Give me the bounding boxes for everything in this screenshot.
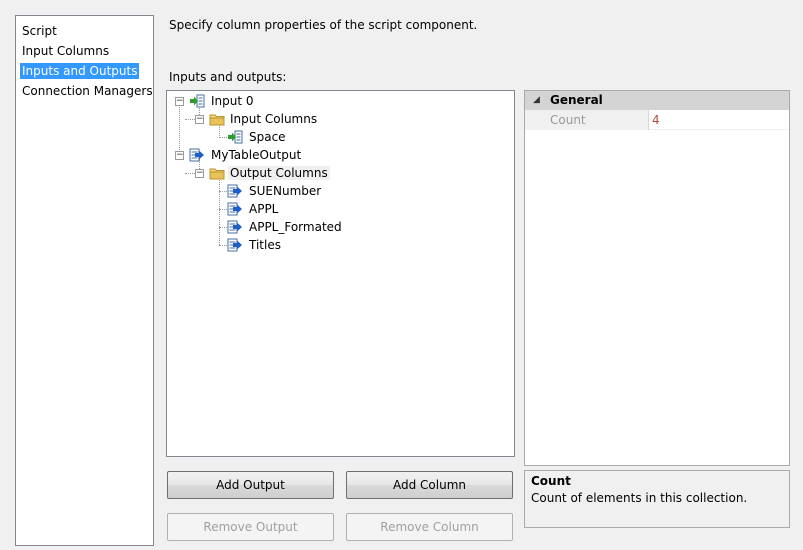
tree-connector — [219, 177, 220, 245]
tree-connector — [219, 227, 227, 228]
tree-node-mytableoutput[interactable]: MyTableOutput — [209, 146, 303, 164]
nav-item-label: Script — [22, 24, 57, 38]
input-icon — [190, 94, 205, 108]
tree-node-label: SUENumber — [249, 184, 322, 198]
tree-node-input-0[interactable]: Input 0 — [209, 92, 256, 110]
nav-item-connection-managers[interactable]: Connection Managers — [17, 81, 153, 101]
tree-node-appl-formated[interactable]: APPL_Formated — [247, 218, 344, 236]
output-column-icon — [227, 238, 242, 252]
property-grid: ◢ General Count 4 — [524, 90, 790, 466]
nav-item-input-columns[interactable]: Input Columns — [17, 41, 153, 61]
tree-connector — [185, 119, 195, 120]
nav-item-label: Inputs and Outputs — [20, 63, 140, 79]
folder-icon — [209, 168, 225, 180]
tree-connector — [185, 173, 195, 174]
tree-node-suenumber[interactable]: SUENumber — [247, 182, 323, 200]
tree-node-appl[interactable]: APPL — [247, 200, 280, 218]
help-title: Count — [531, 474, 571, 488]
add-output-button[interactable]: Add Output — [167, 471, 334, 499]
nav-item-inputs-and-outputs[interactable]: Inputs and Outputs — [17, 61, 153, 81]
folder-icon — [209, 114, 225, 126]
tree-node-space[interactable]: Space — [247, 128, 288, 146]
tree-node-input-columns[interactable]: Input Columns — [228, 110, 319, 128]
tree-node-label: Input 0 — [211, 94, 254, 108]
page-description: Specify column properties of the script … — [169, 18, 478, 32]
output-icon — [189, 148, 204, 162]
remove-output-button[interactable]: Remove Output — [167, 513, 334, 541]
property-row-count[interactable]: Count 4 — [525, 110, 789, 130]
tree-connector — [219, 191, 227, 192]
property-category-label: General — [550, 93, 603, 107]
tree-node-label: Input Columns — [230, 112, 318, 126]
property-name: Count — [525, 110, 649, 130]
tree-node-label: APPL_Formated — [249, 220, 342, 234]
remove-column-button[interactable]: Remove Column — [346, 513, 513, 541]
property-help-panel: Count Count of elements in this collecti… — [524, 470, 790, 528]
collapse-icon[interactable]: − — [175, 151, 184, 160]
page-navigation-list: Script Input Columns Inputs and Outputs … — [15, 15, 154, 546]
property-category-general[interactable]: ◢ General — [525, 91, 789, 110]
output-column-icon — [227, 184, 242, 198]
nav-item-label: Input Columns — [22, 44, 110, 58]
tree-connector — [219, 245, 227, 246]
collapse-icon[interactable]: − — [195, 115, 204, 124]
nav-item-label: Connection Managers — [22, 84, 153, 98]
tree-node-label: APPL — [249, 202, 279, 216]
output-column-icon — [227, 202, 242, 216]
collapse-icon[interactable]: − — [195, 169, 204, 178]
nav-item-script[interactable]: Script — [17, 21, 153, 41]
tree-connector — [219, 209, 227, 210]
tree-node-label: Space — [249, 130, 286, 144]
collapse-icon[interactable]: − — [175, 97, 184, 106]
collapse-triangle-icon[interactable]: ◢ — [533, 91, 540, 110]
property-value[interactable]: 4 — [652, 110, 660, 130]
help-description: Count of elements in this collection. — [531, 491, 748, 505]
output-column-icon — [227, 220, 242, 234]
tree-node-output-columns[interactable]: Output Columns — [228, 164, 330, 182]
input-column-icon — [228, 130, 243, 144]
inputs-outputs-label: Inputs and outputs: — [169, 70, 287, 84]
add-column-button[interactable]: Add Column — [346, 471, 513, 499]
tree-node-label: MyTableOutput — [211, 148, 302, 162]
tree-node-titles[interactable]: Titles — [247, 236, 283, 254]
inputs-outputs-tree[interactable]: − Input 0 − Input Columns Space − MyTabl… — [166, 90, 515, 457]
tree-node-label: Titles — [249, 238, 281, 252]
tree-node-label: Output Columns — [228, 166, 330, 180]
